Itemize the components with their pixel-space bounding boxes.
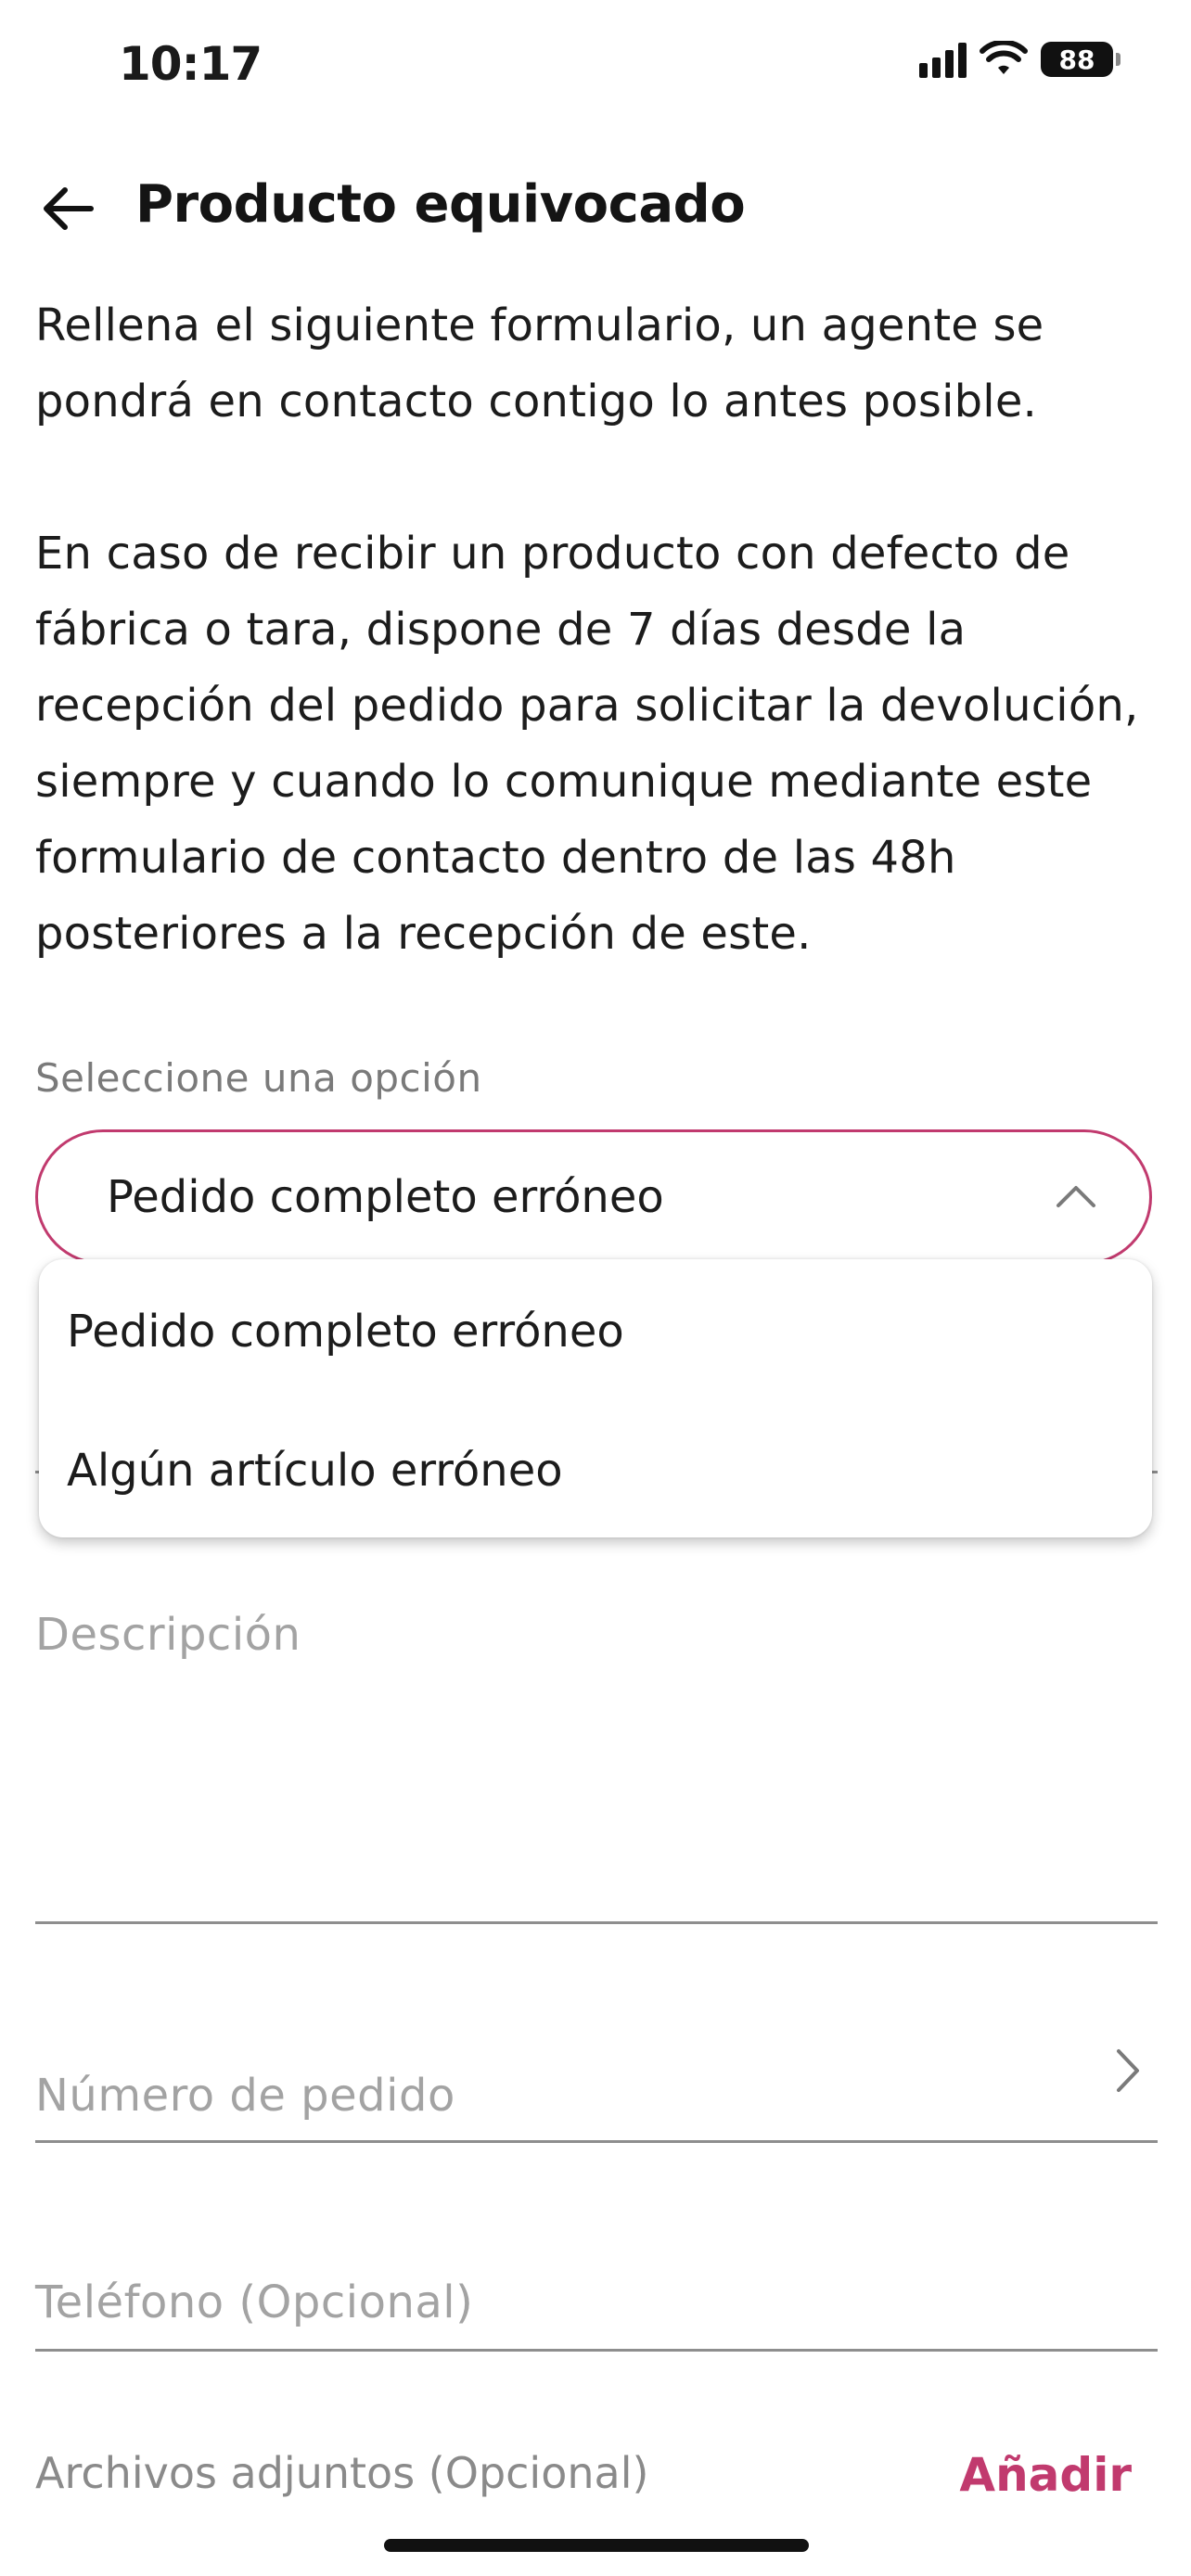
chevron-up-icon[interactable] (1055, 1176, 1097, 1218)
wifi-icon (980, 41, 1028, 74)
intro-paragraph-1: Rellena el siguiente formulario, un agen… (35, 300, 1044, 427)
option-dropdown: Pedido completo erróneo Algún artículo e… (39, 1259, 1152, 1537)
signal-icon (919, 41, 967, 78)
dropdown-option[interactable]: Pedido completo erróneo (67, 1306, 624, 1358)
description-field[interactable]: Descripción (35, 1609, 301, 1661)
battery-icon: 88 (1041, 42, 1121, 77)
attachments-label: Archivos adjuntos (Opcional) (35, 2448, 649, 2498)
intro-text: Rellena el siguiente formulario, un agen… (35, 287, 1167, 972)
intro-paragraph-2: En caso de recibir un producto con defec… (35, 528, 1139, 960)
phone-underline (35, 2349, 1158, 2352)
dropdown-option[interactable]: Algún artículo erróneo (67, 1445, 563, 1497)
status-icons: 88 (919, 41, 1121, 78)
home-indicator[interactable] (384, 2539, 809, 2552)
select-label: Seleccione una opción (35, 1055, 482, 1101)
back-button[interactable] (35, 176, 100, 241)
option-select[interactable]: Pedido completo erróneo (35, 1129, 1152, 1265)
status-time: 10:17 (119, 37, 263, 91)
chevron-right-icon[interactable] (1109, 2047, 1146, 2094)
select-value: Pedido completo erróneo (107, 1171, 664, 1223)
page-title: Producto equivocado (135, 174, 746, 235)
order-number-field[interactable]: Número de pedido (35, 2070, 455, 2122)
order-number-underline (35, 2140, 1158, 2143)
add-attachment-button[interactable]: Añadir (959, 2448, 1132, 2502)
back-arrow-icon (44, 187, 94, 230)
phone-field[interactable]: Teléfono (Opcional) (35, 2276, 473, 2328)
description-underline (35, 1921, 1158, 1924)
